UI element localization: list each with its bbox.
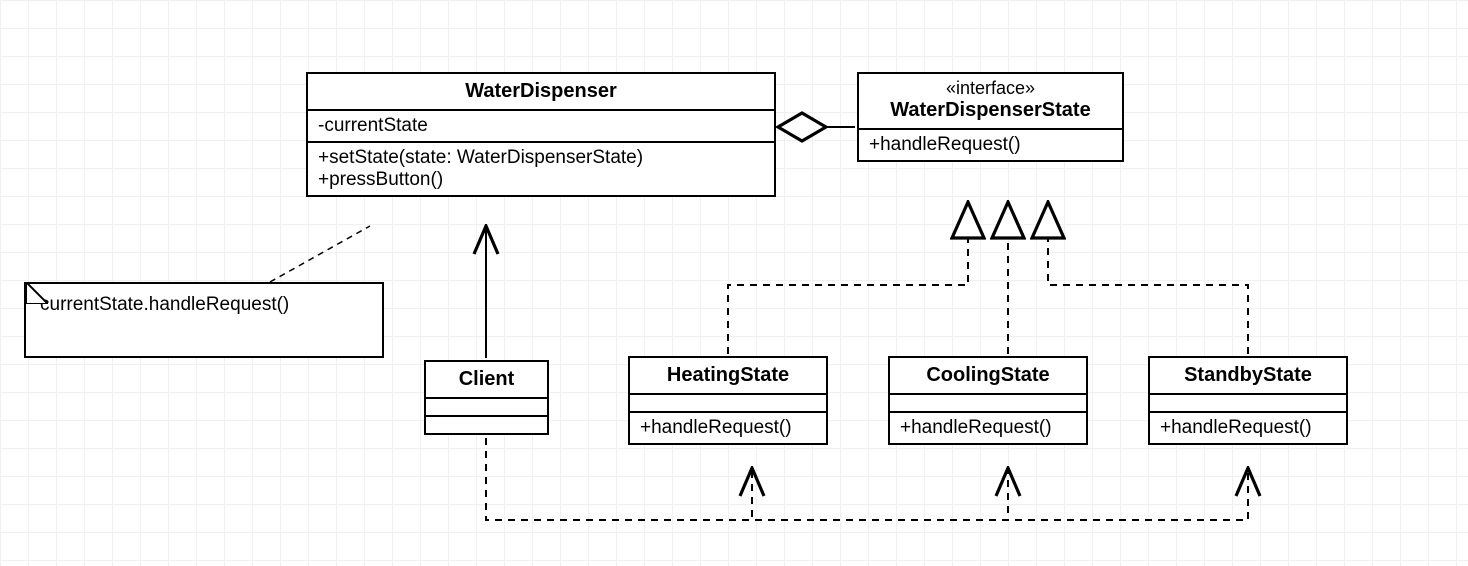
edge-realization-heating [728, 202, 968, 354]
edge-realization-standby [1048, 202, 1248, 354]
edge-dependency-heating [486, 438, 752, 520]
edge-note-link [270, 226, 370, 282]
connectors-layer [0, 0, 1468, 566]
edge-dependency-cooling [486, 438, 1008, 520]
edge-dependency-standby [486, 438, 1248, 520]
